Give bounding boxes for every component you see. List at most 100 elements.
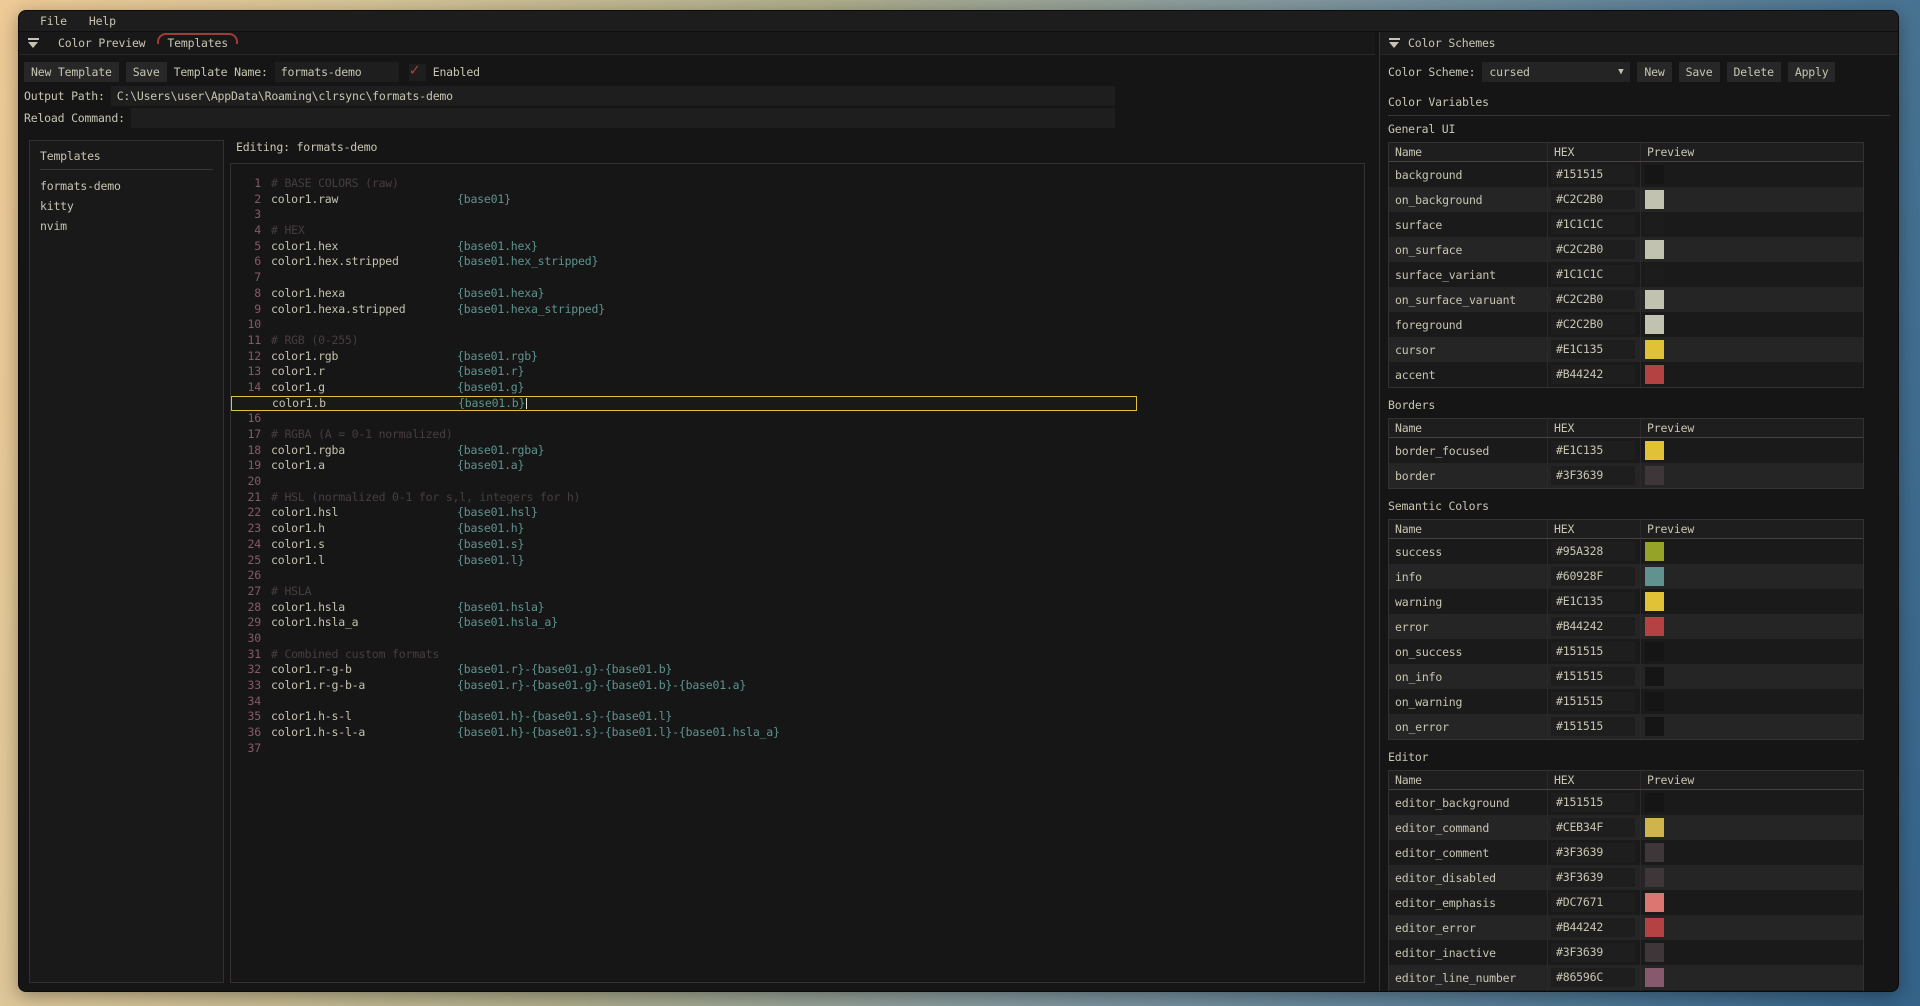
- template-list-item-nvim[interactable]: nvim: [40, 216, 213, 236]
- color-swatch[interactable]: [1645, 818, 1664, 837]
- save-scheme-button[interactable]: Save: [1679, 62, 1720, 82]
- template-list-item-kitty[interactable]: kitty: [40, 196, 213, 216]
- hex-input[interactable]: #E1C135: [1551, 340, 1635, 359]
- hex-input[interactable]: #C2C2B0: [1551, 315, 1635, 334]
- editor-line[interactable]: 17# RGBA (A = 0-1 normalized): [231, 427, 1364, 443]
- editor-line[interactable]: 16: [231, 411, 1364, 427]
- color-swatch[interactable]: [1645, 943, 1664, 962]
- color-swatch[interactable]: [1645, 466, 1664, 485]
- editor-line[interactable]: 28color1.hsla{base01.hsla}: [231, 600, 1364, 616]
- editor-line[interactable]: 21# HSL (normalized 0-1 for s,l, integer…: [231, 490, 1364, 506]
- hex-input[interactable]: #95A328: [1551, 542, 1635, 561]
- editor-line[interactable]: 13color1.r{base01.r}: [231, 364, 1364, 380]
- new-template-button[interactable]: New Template: [24, 62, 119, 82]
- editor-line[interactable]: 31# Combined custom formats: [231, 647, 1364, 663]
- color-swatch[interactable]: [1645, 567, 1664, 586]
- output-path-input[interactable]: C:\Users\user\AppData\Roaming\clrsync\fo…: [111, 86, 1115, 106]
- editor-line[interactable]: 19color1.a{base01.a}: [231, 458, 1364, 474]
- color-swatch[interactable]: [1645, 365, 1664, 384]
- color-swatch[interactable]: [1645, 165, 1664, 184]
- editor-line[interactable]: 34: [231, 694, 1364, 710]
- hex-input[interactable]: #C2C2B0: [1551, 290, 1635, 309]
- editor-line[interactable]: 23color1.h{base01.h}: [231, 521, 1364, 537]
- color-swatch[interactable]: [1645, 542, 1664, 561]
- color-swatch[interactable]: [1645, 215, 1664, 234]
- collapse-arrow-icon[interactable]: [1388, 38, 1400, 48]
- color-swatch[interactable]: [1645, 868, 1664, 887]
- hex-input[interactable]: #3F3639: [1551, 868, 1635, 887]
- hex-input[interactable]: #1C1C1C: [1551, 265, 1635, 284]
- color-swatch[interactable]: [1645, 717, 1664, 736]
- hex-input[interactable]: #151515: [1551, 692, 1635, 711]
- hex-input[interactable]: #B44242: [1551, 918, 1635, 937]
- editor-line[interactable]: 25color1.l{base01.l}: [231, 553, 1364, 569]
- color-swatch[interactable]: [1645, 340, 1664, 359]
- color-swatch[interactable]: [1645, 190, 1664, 209]
- editor-line[interactable]: 8color1.hexa{base01.hexa}: [231, 286, 1364, 302]
- hex-input[interactable]: #E1C135: [1551, 592, 1635, 611]
- hex-input[interactable]: #DC7671: [1551, 893, 1635, 912]
- editor-line[interactable]: 20: [231, 474, 1364, 490]
- color-swatch[interactable]: [1645, 918, 1664, 937]
- editor-line[interactable]: 1# BASE COLORS (raw): [231, 176, 1364, 192]
- hex-input[interactable]: #60928F: [1551, 567, 1635, 586]
- editor-line[interactable]: 33color1.r-g-b-a{base01.r}-{base01.g}-{b…: [231, 678, 1364, 694]
- color-swatch[interactable]: [1645, 592, 1664, 611]
- color-swatch[interactable]: [1645, 893, 1664, 912]
- color-swatch[interactable]: [1645, 793, 1664, 812]
- hex-input[interactable]: #151515: [1551, 717, 1635, 736]
- editor-line[interactable]: 35color1.h-s-l{base01.h}-{base01.s}-{bas…: [231, 709, 1364, 725]
- apply-scheme-button[interactable]: Apply: [1788, 62, 1836, 82]
- tab-templates[interactable]: Templates: [156, 33, 239, 53]
- hex-input[interactable]: #151515: [1551, 642, 1635, 661]
- template-list-item-formats-demo[interactable]: formats-demo: [40, 176, 213, 196]
- hex-input[interactable]: #1C1C1C: [1551, 215, 1635, 234]
- menu-item-file[interactable]: File: [31, 14, 76, 28]
- color-swatch[interactable]: [1645, 843, 1664, 862]
- hex-input[interactable]: #CEB34F: [1551, 818, 1635, 837]
- collapse-arrow-icon[interactable]: [27, 38, 39, 48]
- color-swatch[interactable]: [1645, 290, 1664, 309]
- hex-input[interactable]: #3F3639: [1551, 943, 1635, 962]
- color-swatch[interactable]: [1645, 617, 1664, 636]
- color-swatch[interactable]: [1645, 441, 1664, 460]
- hex-input[interactable]: #B44242: [1551, 365, 1635, 384]
- editor-line[interactable]: 9color1.hexa.stripped{base01.hexa_stripp…: [231, 302, 1364, 318]
- editor-line[interactable]: 3: [231, 207, 1364, 223]
- editor-line[interactable]: 7: [231, 270, 1364, 286]
- editor-active-line[interactable]: color1.b{base01.b}: [231, 396, 1137, 412]
- tab-color-preview[interactable]: Color Preview: [47, 33, 156, 53]
- hex-input[interactable]: #3F3639: [1551, 466, 1635, 485]
- editor-line[interactable]: 11# RGB (0-255): [231, 333, 1364, 349]
- reload-command-input[interactable]: [131, 108, 1115, 128]
- enabled-checkbox[interactable]: ✓: [409, 64, 426, 81]
- editor-line[interactable]: 27# HSLA: [231, 584, 1364, 600]
- editor-line[interactable]: 10: [231, 317, 1364, 333]
- editor-line[interactable]: 30: [231, 631, 1364, 647]
- editor-line[interactable]: 18color1.rgba{base01.rgba}: [231, 443, 1364, 459]
- editor-line[interactable]: 22color1.hsl{base01.hsl}: [231, 505, 1364, 521]
- hex-input[interactable]: #151515: [1551, 667, 1635, 686]
- editor-line[interactable]: 29color1.hsla_a{base01.hsla_a}: [231, 615, 1364, 631]
- editor-line[interactable]: 2color1.raw{base01}: [231, 192, 1364, 208]
- color-swatch[interactable]: [1645, 968, 1664, 987]
- color-scheme-select[interactable]: cursed ▼: [1482, 62, 1630, 82]
- color-swatch[interactable]: [1645, 265, 1664, 284]
- hex-input[interactable]: #C2C2B0: [1551, 240, 1635, 259]
- delete-scheme-button[interactable]: Delete: [1727, 62, 1781, 82]
- color-swatch[interactable]: [1645, 315, 1664, 334]
- hex-input[interactable]: #C2C2B0: [1551, 190, 1635, 209]
- hex-input[interactable]: #86596C: [1551, 968, 1635, 987]
- editor-line[interactable]: 5color1.hex{base01.hex}: [231, 239, 1364, 255]
- color-swatch[interactable]: [1645, 240, 1664, 259]
- template-editor[interactable]: 1# BASE COLORS (raw)2color1.raw{base01}3…: [230, 163, 1365, 983]
- hex-input[interactable]: #B44242: [1551, 617, 1635, 636]
- editor-line[interactable]: 4# HEX: [231, 223, 1364, 239]
- menu-item-help[interactable]: Help: [80, 14, 125, 28]
- hex-input[interactable]: #151515: [1551, 165, 1635, 184]
- editor-line[interactable]: 12color1.rgb{base01.rgb}: [231, 349, 1364, 365]
- color-swatch[interactable]: [1645, 692, 1664, 711]
- color-swatch[interactable]: [1645, 667, 1664, 686]
- editor-line[interactable]: 6color1.hex.stripped{base01.hex_stripped…: [231, 254, 1364, 270]
- template-name-input[interactable]: formats-demo: [275, 62, 399, 82]
